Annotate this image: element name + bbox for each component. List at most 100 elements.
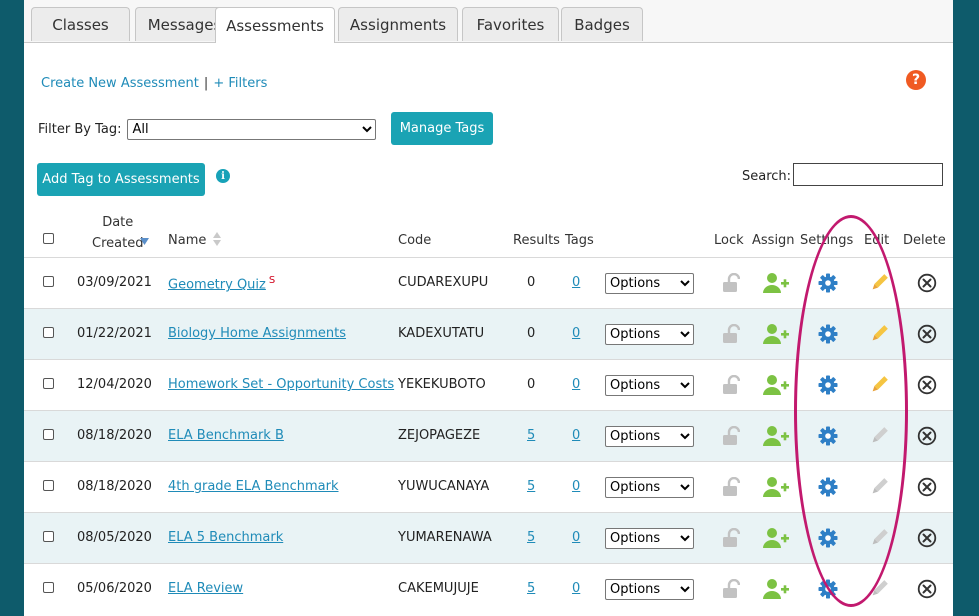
assign-user-icon[interactable] bbox=[762, 373, 790, 397]
results-count[interactable]: 5 bbox=[527, 581, 535, 596]
table-row: 03/09/2021 Geometry Quiz S CUDAREXUPU 0 0 Opti… bbox=[24, 257, 953, 309]
row-name: Geometry Quiz S bbox=[168, 275, 275, 292]
tab-favorites[interactable]: Favorites bbox=[462, 7, 559, 41]
edit-pencil-icon[interactable] bbox=[867, 373, 891, 397]
filter-tag-select[interactable]: All bbox=[127, 119, 377, 140]
row-tags[interactable]: 0 bbox=[572, 479, 580, 494]
assign-user-icon[interactable] bbox=[762, 322, 790, 346]
assign-header: Assign bbox=[752, 233, 795, 248]
row-tags[interactable]: 0 bbox=[572, 377, 580, 392]
row-results[interactable]: 5 bbox=[527, 581, 535, 596]
row-results[interactable]: 5 bbox=[527, 530, 535, 545]
filters-link[interactable]: + Filters bbox=[213, 76, 267, 91]
tab-badges[interactable]: Badges bbox=[561, 7, 643, 41]
row-tags[interactable]: 0 bbox=[572, 326, 580, 341]
row-checkbox[interactable] bbox=[43, 276, 54, 287]
row-checkbox[interactable] bbox=[43, 480, 54, 491]
edit-pencil-icon bbox=[867, 526, 891, 550]
delete-icon[interactable] bbox=[915, 526, 939, 550]
assessment-name-link[interactable]: 4th grade ELA Benchmark bbox=[168, 479, 339, 494]
results-count[interactable]: 5 bbox=[527, 428, 535, 443]
lock-icon[interactable] bbox=[719, 271, 743, 295]
lock-icon[interactable] bbox=[719, 424, 743, 448]
assessment-name-link[interactable]: Homework Set - Opportunity Costs bbox=[168, 377, 394, 392]
edit-pencil-icon[interactable] bbox=[867, 322, 891, 346]
row-code: YUMARENAWA bbox=[398, 530, 492, 545]
tab-classes[interactable]: Classes bbox=[31, 7, 130, 41]
edit-pencil-icon[interactable] bbox=[867, 271, 891, 295]
info-icon[interactable]: i bbox=[216, 169, 230, 183]
row-checkbox[interactable] bbox=[43, 327, 54, 338]
row-tags[interactable]: 0 bbox=[572, 428, 580, 443]
row-checkbox[interactable] bbox=[43, 582, 54, 593]
assign-user-icon[interactable] bbox=[762, 271, 790, 295]
delete-icon[interactable] bbox=[915, 424, 939, 448]
tags-count-link[interactable]: 0 bbox=[572, 581, 580, 596]
lock-header: Lock bbox=[714, 233, 744, 248]
settings-gear-icon[interactable] bbox=[816, 373, 840, 397]
tab-assignments[interactable]: Assignments bbox=[338, 7, 458, 41]
row-tags[interactable]: 0 bbox=[572, 275, 580, 290]
assessment-name-link[interactable]: ELA Review bbox=[168, 581, 243, 596]
row-name: Biology Home Assignments bbox=[168, 326, 346, 341]
row-results[interactable]: 5 bbox=[527, 479, 535, 494]
delete-icon[interactable] bbox=[915, 475, 939, 499]
settings-gear-icon[interactable] bbox=[816, 424, 840, 448]
delete-icon[interactable] bbox=[915, 322, 939, 346]
tags-count-link[interactable]: 0 bbox=[572, 530, 580, 545]
row-results[interactable]: 5 bbox=[527, 428, 535, 443]
create-assessment-link[interactable]: Create New Assessment bbox=[41, 76, 199, 91]
results-count[interactable]: 5 bbox=[527, 479, 535, 494]
settings-gear-icon[interactable] bbox=[816, 526, 840, 550]
date-created-header[interactable]: Date Created bbox=[92, 212, 143, 254]
assign-user-icon[interactable] bbox=[762, 424, 790, 448]
assign-user-icon[interactable] bbox=[762, 526, 790, 550]
tags-count-link[interactable]: 0 bbox=[572, 479, 580, 494]
tags-count-link[interactable]: 0 bbox=[572, 275, 580, 290]
add-tag-button[interactable]: Add Tag to Assessments bbox=[37, 163, 205, 196]
manage-tags-button[interactable]: Manage Tags bbox=[391, 112, 493, 145]
row-options-select[interactable]: Options bbox=[605, 528, 694, 549]
row-checkbox[interactable] bbox=[43, 531, 54, 542]
help-icon[interactable]: ? bbox=[906, 70, 926, 90]
toolbar-separator: | bbox=[203, 76, 209, 91]
settings-gear-icon[interactable] bbox=[816, 475, 840, 499]
assessment-name-link[interactable]: ELA Benchmark B bbox=[168, 428, 284, 443]
tags-count-link[interactable]: 0 bbox=[572, 326, 580, 341]
lock-icon[interactable] bbox=[719, 373, 743, 397]
row-name: Homework Set - Opportunity Costs bbox=[168, 377, 394, 392]
tags-count-link[interactable]: 0 bbox=[572, 428, 580, 443]
row-options-select[interactable]: Options bbox=[605, 579, 694, 600]
filter-by-tag: Filter By Tag: All bbox=[38, 119, 377, 140]
delete-icon[interactable] bbox=[915, 577, 939, 601]
results-count[interactable]: 5 bbox=[527, 530, 535, 545]
lock-icon[interactable] bbox=[719, 322, 743, 346]
delete-icon[interactable] bbox=[915, 271, 939, 295]
assign-user-icon[interactable] bbox=[762, 475, 790, 499]
select-all-checkbox[interactable] bbox=[43, 233, 54, 244]
row-options-select[interactable]: Options bbox=[605, 273, 694, 294]
settings-gear-icon[interactable] bbox=[816, 322, 840, 346]
lock-icon[interactable] bbox=[719, 577, 743, 601]
row-options-select[interactable]: Options bbox=[605, 426, 694, 447]
assign-user-icon[interactable] bbox=[762, 577, 790, 601]
assessment-name-link[interactable]: Geometry Quiz bbox=[168, 277, 266, 292]
search-input[interactable] bbox=[793, 163, 943, 186]
name-header[interactable]: Name bbox=[168, 233, 206, 248]
settings-gear-icon[interactable] bbox=[816, 271, 840, 295]
row-tags[interactable]: 0 bbox=[572, 581, 580, 596]
settings-gear-icon[interactable] bbox=[816, 577, 840, 601]
assessment-name-link[interactable]: Biology Home Assignments bbox=[168, 326, 346, 341]
row-checkbox[interactable] bbox=[43, 429, 54, 440]
row-checkbox[interactable] bbox=[43, 378, 54, 389]
row-options-select[interactable]: Options bbox=[605, 375, 694, 396]
lock-icon[interactable] bbox=[719, 475, 743, 499]
assessment-name-link[interactable]: ELA 5 Benchmark bbox=[168, 530, 283, 545]
delete-icon[interactable] bbox=[915, 373, 939, 397]
lock-icon[interactable] bbox=[719, 526, 743, 550]
tags-count-link[interactable]: 0 bbox=[572, 377, 580, 392]
row-options-select[interactable]: Options bbox=[605, 477, 694, 498]
row-options-select[interactable]: Options bbox=[605, 324, 694, 345]
tab-assessments[interactable]: Assessments bbox=[215, 7, 335, 43]
row-tags[interactable]: 0 bbox=[572, 530, 580, 545]
